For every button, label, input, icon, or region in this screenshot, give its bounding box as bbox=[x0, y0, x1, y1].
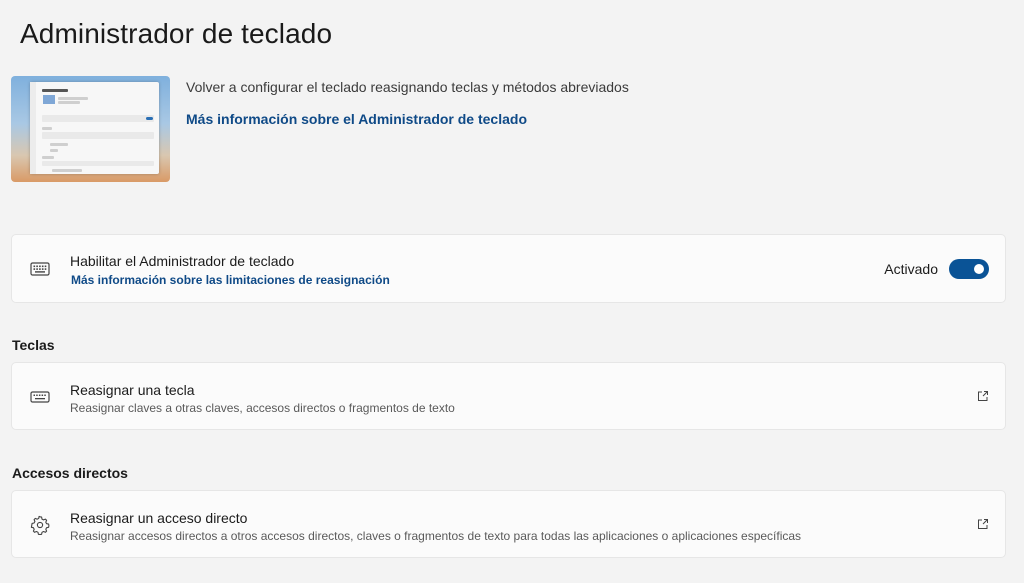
enable-toggle[interactable] bbox=[949, 259, 989, 279]
section-header-keys: Teclas bbox=[12, 337, 55, 353]
remap-key-card[interactable]: Reasignar una tecla Reasignar claves a o… bbox=[11, 362, 1006, 430]
remap-shortcut-subtitle: Reasignar accesos directos a otros acces… bbox=[70, 529, 802, 543]
remap-shortcut-card[interactable]: Reasignar un acceso directo Reasignar ac… bbox=[11, 490, 1006, 558]
enable-title: Habilitar el Administrador de teclado bbox=[70, 253, 295, 269]
remap-key-title: Reasignar una tecla bbox=[70, 382, 195, 398]
preview-window bbox=[30, 82, 159, 174]
keyboard-icon bbox=[30, 262, 50, 276]
enable-keyboard-manager-card: Habilitar el Administrador de teclado Má… bbox=[11, 234, 1006, 303]
limitations-link[interactable]: Más información sobre las limitaciones d… bbox=[71, 273, 390, 287]
open-external-icon[interactable] bbox=[977, 518, 989, 530]
remap-shortcut-title: Reasignar un acceso directo bbox=[70, 510, 248, 526]
hero-image bbox=[11, 76, 170, 182]
hero-description: Volver a configurar el teclado reasignan… bbox=[186, 79, 629, 95]
toggle-knob bbox=[974, 264, 984, 274]
gear-icon bbox=[30, 515, 50, 535]
toggle-state-label: Activado bbox=[884, 261, 938, 277]
section-header-shortcuts: Accesos directos bbox=[12, 465, 128, 481]
remap-key-subtitle: Reasignar claves a otras claves, accesos… bbox=[70, 401, 455, 415]
keyboard-small-icon bbox=[30, 391, 50, 403]
learn-more-link[interactable]: Más información sobre el Administrador d… bbox=[186, 111, 527, 127]
open-external-icon[interactable] bbox=[977, 390, 989, 402]
page-title: Administrador de teclado bbox=[20, 18, 333, 49]
